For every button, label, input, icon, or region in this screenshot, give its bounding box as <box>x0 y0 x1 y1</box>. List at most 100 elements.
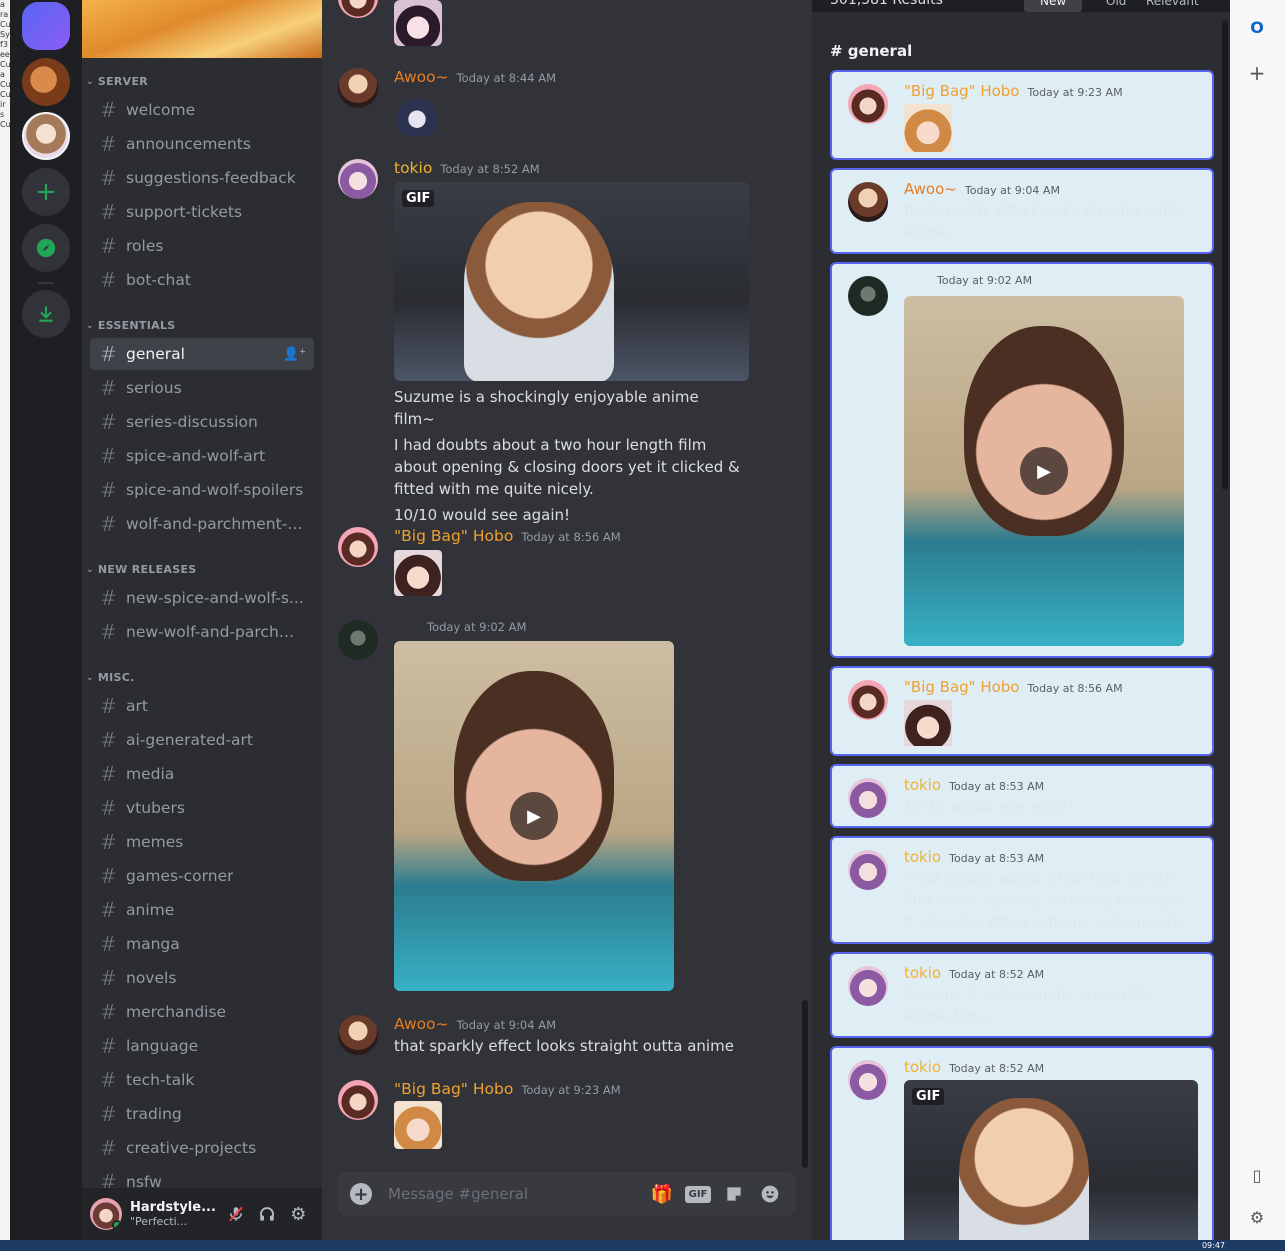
user-avatar[interactable] <box>90 1198 122 1230</box>
settings-gear-icon[interactable]: ⚙ <box>1246 1206 1268 1228</box>
gif-picker-button[interactable]: GIF <box>684 1180 712 1208</box>
gift-icon[interactable]: 🎁 <box>648 1180 676 1208</box>
message-avatar[interactable] <box>338 620 378 660</box>
channel-bot-chat[interactable]: # bot-chat <box>90 264 314 296</box>
channel-spice-and-wolf-art[interactable]: # spice-and-wolf-art <box>90 440 314 472</box>
sidebar-toggle-icon[interactable]: ▯ <box>1246 1164 1268 1186</box>
message-avatar[interactable] <box>338 1080 378 1120</box>
search-result-card[interactable]: tokio Today at 8:52 AM GIF <box>830 1046 1214 1240</box>
channel-art[interactable]: # art <box>90 690 314 722</box>
settings-gear-icon[interactable]: ⚙ <box>283 1198 314 1230</box>
channel-announcements[interactable]: # announcements <box>90 128 314 160</box>
channel-trading[interactable]: # trading <box>90 1098 314 1130</box>
category-misc[interactable]: ⌄ MISC. <box>86 671 135 684</box>
user-info[interactable]: Hardstyle... "Perfecti... <box>130 1200 220 1228</box>
emoji-icon[interactable] <box>756 1180 784 1208</box>
play-icon[interactable]: ▶ <box>1020 447 1068 495</box>
add-attachment-icon[interactable]: + <box>350 1183 372 1205</box>
result-author[interactable]: "Big Bag" Hobo <box>904 678 1019 696</box>
message-input[interactable]: Message #general <box>388 1185 640 1203</box>
search-result-card[interactable]: tokio Today at 8:53 AM 10/10 would see a… <box>830 764 1214 828</box>
channel-new-wolf-and-parchment[interactable]: # new-wolf-and-parchm... <box>90 616 314 648</box>
result-avatar[interactable] <box>848 778 888 818</box>
sort-tab-relevant[interactable]: Relevant <box>1130 0 1215 12</box>
result-author[interactable]: tokio <box>904 1058 941 1076</box>
channel-games-corner[interactable]: # games-corner <box>90 860 314 892</box>
chat-scrollbar[interactable] <box>802 1000 808 1168</box>
message-avatar[interactable] <box>338 159 378 199</box>
message-author[interactable]: Awoo~ <box>394 1015 449 1033</box>
search-result-card[interactable]: "Big Bag" Hobo Today at 9:23 AM <box>830 70 1214 160</box>
channel-series-discussion[interactable]: # series-discussion <box>90 406 314 438</box>
channel-spice-and-wolf-spoilers[interactable]: # spice-and-wolf-spoilers <box>90 474 314 506</box>
message-avatar[interactable] <box>338 1015 378 1055</box>
message-avatar[interactable] <box>338 527 378 567</box>
server-folder-icon[interactable] <box>22 2 70 50</box>
channel-new-spice-and-wolf[interactable]: # new-spice-and-wolf-s... <box>90 582 314 614</box>
channel-wolf-and-parchment-spoilers[interactable]: # wolf-and-parchment-s... <box>90 508 314 540</box>
channel-merchandise[interactable]: # merchandise <box>90 996 314 1028</box>
sticker-image[interactable] <box>394 1101 442 1149</box>
server-icon-spice-and-wolf[interactable] <box>22 112 70 160</box>
channel-serious[interactable]: # serious <box>90 372 314 404</box>
category-new-releases[interactable]: ⌄ NEW RELEASES <box>86 563 197 576</box>
result-author[interactable]: tokio <box>904 776 941 794</box>
result-author[interactable]: "Big Bag" Hobo <box>904 82 1019 100</box>
sticker-image[interactable] <box>394 550 442 596</box>
server-icon-wolf[interactable] <box>22 58 70 106</box>
channel-tech-talk[interactable]: # tech-talk <box>90 1064 314 1096</box>
channel-vtubers[interactable]: # vtubers <box>90 792 314 824</box>
download-apps-icon[interactable] <box>22 290 70 338</box>
category-server[interactable]: ⌄ SERVER <box>86 75 148 88</box>
message-author[interactable]: "Big Bag" Hobo <box>394 527 513 545</box>
message-avatar[interactable] <box>338 0 378 18</box>
outlook-icon[interactable]: O <box>1246 16 1268 38</box>
channel-novels[interactable]: # novels <box>90 962 314 994</box>
sticker-icon[interactable] <box>720 1180 748 1208</box>
sticker-image[interactable] <box>394 94 440 136</box>
result-avatar[interactable] <box>848 84 888 124</box>
result-avatar[interactable] <box>848 680 888 720</box>
channel-manga[interactable]: # manga <box>90 928 314 960</box>
channel-suggestions-feedback[interactable]: # suggestions-feedback <box>90 162 314 194</box>
sticker-image[interactable] <box>904 700 952 746</box>
channel-general[interactable]: # general 👤⁺ <box>90 338 314 370</box>
channel-support-tickets[interactable]: # support-tickets <box>90 196 314 228</box>
play-icon[interactable]: ▶ <box>510 792 558 840</box>
gif-attachment[interactable]: GIF <box>394 182 749 381</box>
result-avatar[interactable] <box>848 966 888 1006</box>
invite-user-icon[interactable]: 👤⁺ <box>283 347 306 362</box>
search-result-card[interactable]: Awoo~ Today at 9:04 AM that sparkly effe… <box>830 168 1214 254</box>
channel-roles[interactable]: # roles <box>90 230 314 262</box>
search-result-card[interactable]: tokio Today at 8:53 AM I had doubts abou… <box>830 836 1214 944</box>
channel-ai-generated-art[interactable]: # ai-generated-art <box>90 724 314 756</box>
channel-language[interactable]: # language <box>90 1030 314 1062</box>
mute-microphone-icon[interactable] <box>220 1198 251 1230</box>
add-server-icon[interactable]: + <box>22 168 70 216</box>
sticker-image[interactable] <box>394 0 442 46</box>
message-avatar[interactable] <box>338 68 378 108</box>
result-avatar[interactable] <box>848 1060 888 1100</box>
gif-attachment[interactable]: GIF <box>904 1080 1198 1240</box>
sort-tab-new[interactable]: New <box>1024 0 1083 12</box>
result-avatar[interactable] <box>848 182 888 222</box>
video-attachment[interactable]: ▶ <box>394 641 674 991</box>
headphones-icon[interactable] <box>251 1198 282 1230</box>
search-result-card[interactable]: Today at 9:02 AM ▶ <box>830 262 1214 658</box>
result-author[interactable]: Awoo~ <box>904 180 957 198</box>
search-result-card[interactable]: tokio Today at 8:52 AM Suzume is a shock… <box>830 952 1214 1038</box>
channel-creative-projects[interactable]: # creative-projects <box>90 1132 314 1164</box>
results-channel-heading[interactable]: # general <box>830 42 912 60</box>
message-author[interactable]: tokio <box>394 159 432 177</box>
result-author[interactable]: tokio <box>904 964 941 982</box>
results-scrollbar[interactable] <box>1222 20 1228 490</box>
result-avatar[interactable] <box>848 850 888 890</box>
result-avatar[interactable] <box>848 276 888 316</box>
explore-compass-icon[interactable] <box>22 224 70 272</box>
channel-memes[interactable]: # memes <box>90 826 314 858</box>
channel-media[interactable]: # media <box>90 758 314 790</box>
sticker-image[interactable] <box>904 104 952 152</box>
channel-anime[interactable]: # anime <box>90 894 314 926</box>
message-author[interactable]: Awoo~ <box>394 68 449 86</box>
search-result-card[interactable]: "Big Bag" Hobo Today at 8:56 AM <box>830 666 1214 756</box>
